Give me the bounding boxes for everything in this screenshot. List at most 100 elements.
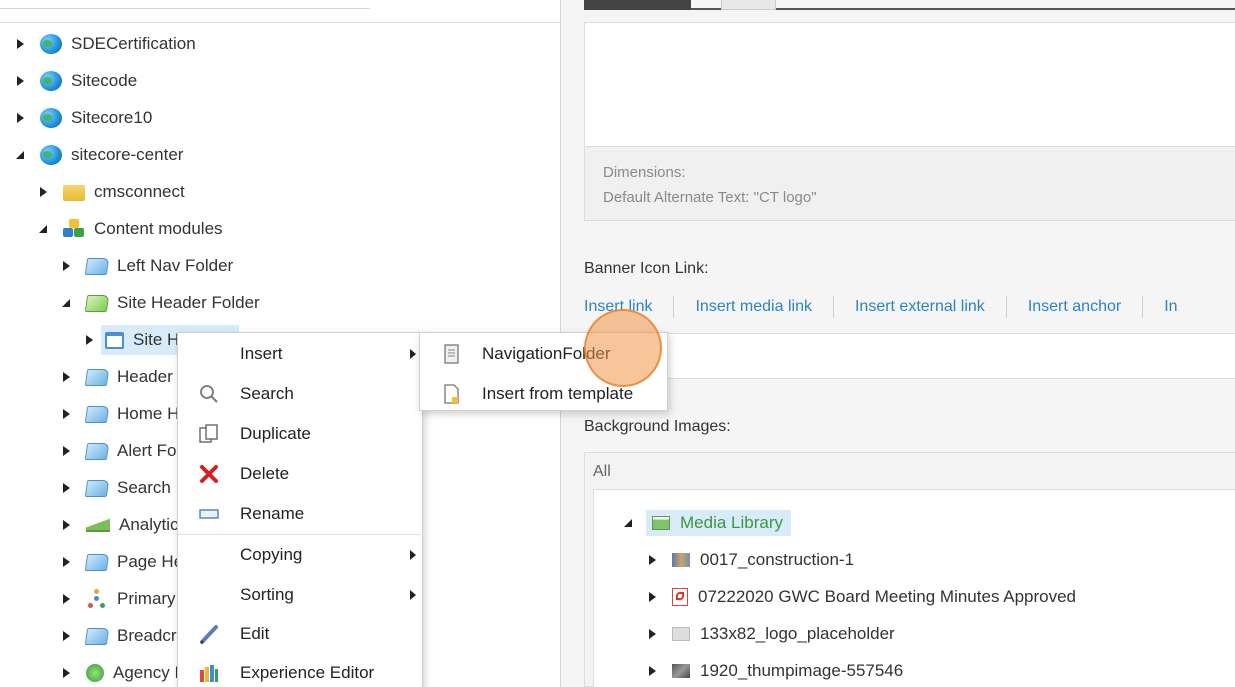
- tree-item-label: Header I: [117, 367, 183, 386]
- expand-arrow-icon[interactable]: [646, 627, 660, 641]
- editor-tab[interactable]: [721, 0, 776, 10]
- expand-arrow-icon[interactable]: [60, 592, 74, 606]
- image-details: Dimensions: Default Alternate Text: "CT …: [584, 147, 1235, 221]
- expand-arrow-icon[interactable]: [60, 444, 74, 458]
- menu-item-insert[interactable]: Insert: [178, 334, 424, 374]
- collapse-arrow-icon[interactable]: [14, 148, 28, 162]
- green-folder-icon: [84, 294, 110, 312]
- menu-item-search[interactable]: Search: [178, 374, 424, 414]
- expand-arrow-icon[interactable]: [60, 481, 74, 495]
- menu-item-rename[interactable]: Rename: [178, 494, 424, 534]
- media-library-root[interactable]: Media Library: [622, 508, 791, 538]
- menu-item-copying[interactable]: Copying: [178, 535, 424, 575]
- tree-item-page-header[interactable]: Page He: [60, 546, 183, 578]
- menu-item-edit[interactable]: Edit: [178, 614, 424, 654]
- expand-arrow-icon[interactable]: [646, 664, 660, 678]
- tree-divider: [0, 22, 560, 23]
- insert-submenu: NavigationFolder Insert from template: [419, 332, 668, 411]
- image-preview[interactable]: [584, 22, 1235, 147]
- menu-item-insert-from-template[interactable]: Insert from template: [420, 374, 669, 414]
- modules-icon: [63, 219, 85, 239]
- tree-item-label: sitecore-center: [71, 145, 184, 164]
- image-alt-text: Default Alternate Text: "CT logo": [603, 189, 817, 206]
- tree-item-agency[interactable]: Agency I: [60, 657, 179, 687]
- collapse-arrow-icon[interactable]: [622, 516, 636, 530]
- blue-folder-icon: [84, 368, 110, 386]
- expand-arrow-icon[interactable]: [14, 37, 28, 51]
- expand-arrow-icon[interactable]: [83, 333, 97, 347]
- tree-item-label: cmsconnect: [94, 182, 185, 201]
- expand-arrow-icon[interactable]: [646, 553, 660, 567]
- image-icon: [672, 664, 690, 678]
- expand-arrow-icon[interactable]: [14, 111, 28, 125]
- expand-arrow-icon[interactable]: [14, 74, 28, 88]
- insert-more-button[interactable]: In: [1164, 298, 1177, 316]
- link-toolbar: Insert link Insert media link Insert ext…: [584, 294, 1178, 320]
- tree-item-sdecertification[interactable]: SDECertification: [14, 28, 196, 60]
- expand-arrow-icon[interactable]: [60, 259, 74, 273]
- collapse-arrow-icon[interactable]: [60, 296, 74, 310]
- expand-arrow-icon[interactable]: [60, 629, 74, 643]
- collapse-arrow-icon[interactable]: [37, 222, 51, 236]
- insert-media-link-button[interactable]: Insert media link: [695, 298, 812, 316]
- tree-item-label: Site H: [133, 330, 180, 349]
- tree-item-sitecore-center[interactable]: sitecore-center: [14, 139, 183, 171]
- tree-item-cmsconnect[interactable]: cmsconnect: [37, 176, 185, 208]
- tree-item-label: Site Header Folder: [117, 293, 260, 312]
- blue-folder-icon: [84, 479, 110, 497]
- tree-item-primary[interactable]: Primary: [60, 583, 176, 615]
- tree-item-left-nav-folder[interactable]: Left Nav Folder: [60, 250, 233, 282]
- banner-icon-link-label: Banner Icon Link:: [584, 260, 709, 277]
- submenu-arrow-icon: [410, 590, 416, 600]
- insert-link-button[interactable]: Insert link: [584, 298, 652, 316]
- toolbar-divider: [832, 296, 834, 318]
- filter-all-label[interactable]: All: [593, 463, 611, 481]
- submenu-arrow-icon: [410, 550, 416, 560]
- menu-item-sorting[interactable]: Sorting: [178, 575, 424, 615]
- tree-item-alert-folder[interactable]: Alert Fol: [60, 435, 180, 467]
- menu-item-experience-editor[interactable]: Experience Editor: [178, 653, 424, 687]
- expand-arrow-icon[interactable]: [60, 555, 74, 569]
- tree-item-breadcrumb[interactable]: Breadcru: [60, 620, 186, 652]
- tree-item-sitecore10[interactable]: Sitecore10: [14, 102, 152, 134]
- image-icon: [672, 553, 690, 567]
- expand-arrow-icon[interactable]: [646, 590, 660, 604]
- media-item[interactable]: 07222020 GWC Board Meeting Minutes Appro…: [646, 582, 1076, 612]
- expand-arrow-icon[interactable]: [60, 518, 74, 532]
- tree-item-label: Search F: [117, 478, 186, 497]
- tree-item-header[interactable]: Header I: [60, 361, 182, 393]
- tree-item-site-header-folder[interactable]: Site Header Folder: [60, 287, 260, 319]
- editor-tab-active[interactable]: [584, 0, 691, 10]
- tree-item-content-modules[interactable]: Content modules: [37, 213, 223, 245]
- tree-item-search-folder[interactable]: Search F: [60, 472, 186, 504]
- tree-item-label: Left Nav Folder: [117, 256, 234, 275]
- hierarchy-icon: [86, 589, 108, 609]
- background-images-label: Background Images:: [584, 418, 731, 435]
- expand-arrow-icon[interactable]: [60, 666, 74, 680]
- menu-item-duplicate[interactable]: Duplicate: [178, 414, 424, 454]
- tree-item-label: Breadcru: [117, 626, 186, 645]
- globe-icon: [40, 108, 62, 128]
- menu-item-label: Rename: [240, 504, 305, 523]
- banner-icon-link-field[interactable]: [584, 333, 1235, 379]
- media-item-label: 0017_construction-1: [700, 550, 855, 569]
- media-item-label: 07222020 GWC Board Meeting Minutes Appro…: [698, 587, 1077, 606]
- insert-external-link-button[interactable]: Insert external link: [855, 298, 985, 316]
- tree-item-sitecode[interactable]: Sitecode: [14, 65, 137, 97]
- expand-arrow-icon[interactable]: [60, 370, 74, 384]
- tree-item-home[interactable]: Home H: [60, 398, 179, 430]
- tree-item-label: Page He: [117, 552, 184, 571]
- expand-arrow-icon[interactable]: [60, 407, 74, 421]
- expand-arrow-icon[interactable]: [37, 185, 51, 199]
- media-item[interactable]: 1920_thumpimage-557546: [646, 656, 903, 686]
- media-library-highlight[interactable]: Media Library: [646, 510, 791, 536]
- media-item[interactable]: 0017_construction-1: [646, 545, 854, 575]
- chart-icon: [86, 518, 110, 532]
- menu-item-delete[interactable]: Delete: [178, 454, 424, 494]
- menu-item-navigation-folder[interactable]: NavigationFolder: [420, 334, 669, 374]
- insert-anchor-button[interactable]: Insert anchor: [1028, 298, 1121, 316]
- media-item[interactable]: 133x82_logo_placeholder: [646, 619, 895, 649]
- tree-item-analytics[interactable]: Analytics: [60, 509, 187, 541]
- agency-icon: [86, 664, 104, 682]
- window-icon: [105, 331, 124, 349]
